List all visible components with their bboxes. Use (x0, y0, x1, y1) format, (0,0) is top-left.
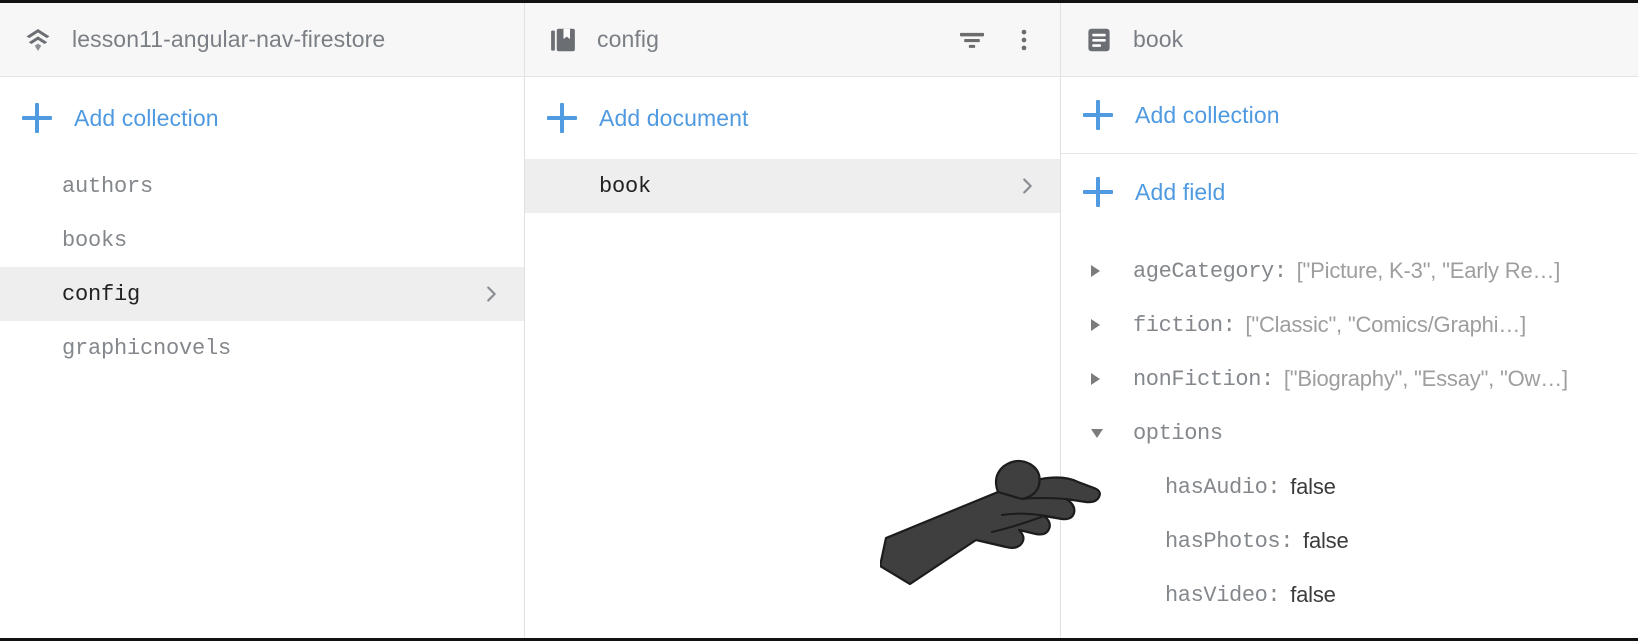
field-value: false (1303, 528, 1349, 553)
field-value: ["Classic", "Comics/Graphi…] (1245, 312, 1527, 337)
add-collection-button[interactable]: Add collection (0, 77, 524, 159)
field-key: hasVideo: (1165, 582, 1281, 608)
field-value: ["Biography", "Essay", "Ow…] (1283, 366, 1568, 391)
field-list: ageCategory: ["Picture, K-3", "Early Re…… (1061, 230, 1638, 622)
field-row-ageCategory[interactable]: ageCategory: ["Picture, K-3", "Early Re…… (1061, 244, 1638, 298)
document-item-book[interactable]: book (525, 159, 1060, 213)
root-collections-column: lesson11-angular-nav-firestore Add colle… (0, 3, 524, 638)
field-key: ageCategory: (1133, 258, 1287, 284)
fields-column-header: book (1061, 3, 1638, 77)
project-name-title: lesson11-angular-nav-firestore (72, 26, 386, 52)
documents-column-header: config (525, 3, 1060, 77)
firestore-root-icon (22, 24, 54, 56)
field-row-fiction[interactable]: fiction: ["Classic", "Comics/Graphi…] (1061, 298, 1638, 352)
plus-icon (1083, 100, 1113, 130)
add-field-label: Add field (1135, 178, 1226, 205)
chevron-right-icon (1016, 175, 1038, 197)
field-row-hasPhotos[interactable]: hasPhotos: false (1061, 514, 1638, 568)
field-value: false (1290, 474, 1336, 499)
firestore-data-browser: lesson11-angular-nav-firestore Add colle… (0, 0, 1638, 641)
field-row-nonFiction[interactable]: nonFiction: ["Biography", "Essay", "Ow…] (1061, 352, 1638, 406)
collection-item-authors[interactable]: authors (0, 159, 524, 213)
documents-column: config Add document book (524, 3, 1060, 638)
more-vert-icon[interactable] (1006, 22, 1042, 58)
add-document-label: Add document (599, 104, 749, 131)
field-key: hasPhotos: (1165, 528, 1294, 554)
field-key: fiction: (1133, 312, 1236, 338)
document-list: book (525, 159, 1060, 213)
documents-header-actions (954, 22, 1046, 58)
document-name-title: book (1133, 26, 1184, 52)
field-row-options[interactable]: options (1061, 406, 1638, 460)
field-row-hasAudio[interactable]: hasAudio: false (1061, 460, 1638, 514)
fields-column: book Add collection Add field ageCategor… (1060, 3, 1638, 638)
collection-item-label: authors (62, 173, 154, 199)
document-item-label: book (599, 173, 652, 199)
plus-icon (547, 103, 577, 133)
filter-icon[interactable] (954, 22, 990, 58)
collapse-triangle-icon[interactable] (1091, 429, 1117, 438)
expand-triangle-icon[interactable] (1091, 373, 1117, 385)
collection-name-title: config (597, 26, 659, 52)
collection-item-label: books (62, 227, 128, 253)
plus-icon (1083, 177, 1113, 207)
chevron-right-icon (480, 283, 502, 305)
field-row-hasVideo[interactable]: hasVideo: false (1061, 568, 1638, 622)
field-key: hasAudio: (1165, 474, 1281, 500)
expand-triangle-icon[interactable] (1091, 319, 1117, 331)
collection-item-graphicnovels[interactable]: graphicnovels (0, 321, 524, 375)
field-key: options (1133, 420, 1223, 446)
collection-item-config[interactable]: config (0, 267, 524, 321)
add-subcollection-button[interactable]: Add collection (1061, 77, 1638, 153)
plus-icon (22, 103, 52, 133)
document-icon (1083, 24, 1115, 56)
root-column-header: lesson11-angular-nav-firestore (0, 3, 524, 77)
field-value: false (1290, 582, 1336, 607)
add-field-button[interactable]: Add field (1061, 154, 1638, 230)
field-key: nonFiction: (1133, 366, 1274, 392)
add-collection-label: Add collection (74, 104, 219, 131)
root-collection-list: authors books config graphicnovels (0, 159, 524, 375)
expand-triangle-icon[interactable] (1091, 265, 1117, 277)
add-document-button[interactable]: Add document (525, 77, 1060, 159)
collection-item-label: graphicnovels (62, 335, 232, 361)
collection-icon (547, 24, 579, 56)
add-subcollection-label: Add collection (1135, 101, 1280, 128)
collection-item-label: config (62, 281, 141, 307)
collection-item-books[interactable]: books (0, 213, 524, 267)
field-value: ["Picture, K-3", "Early Re…] (1296, 258, 1561, 283)
